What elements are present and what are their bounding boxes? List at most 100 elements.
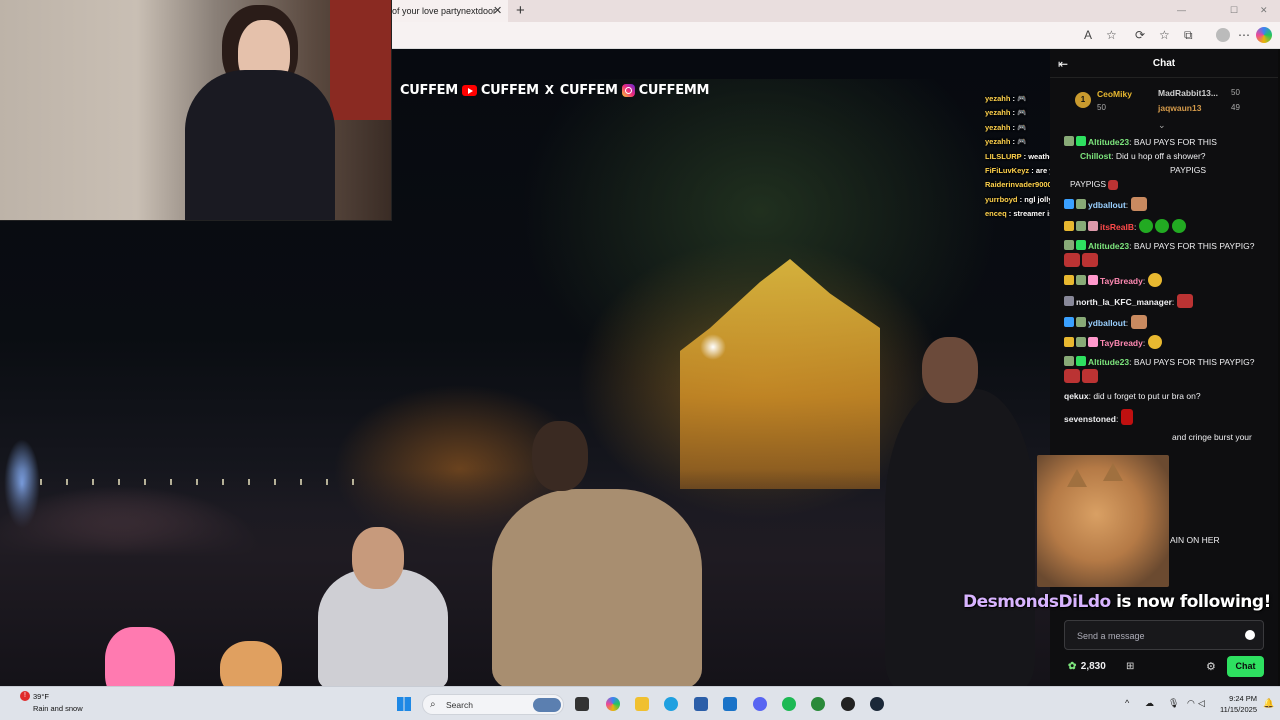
chat-message: TayBready: [1064,273,1270,288]
overlay-msg: yezahh : 🎮 [985,108,1027,118]
chat-message: Altitude23: BAU PAYS FOR THIS [1064,135,1270,149]
cloud-icon[interactable]: ☁ [1145,698,1154,709]
minimize-icon[interactable]: — [1177,5,1186,15]
gear-icon[interactable]: ⚙ [1206,660,1216,673]
leader-points: 49 [1231,103,1240,112]
extensions-icon[interactable]: ⟳ [1135,28,1145,42]
chat-send-button[interactable]: Chat [1227,656,1264,677]
spotify-icon[interactable] [782,697,796,711]
gift-icon[interactable]: ⊞ [1126,661,1134,672]
overlay-msg: LILSLURP : weather app stream [985,151,1050,161]
obs-icon[interactable] [841,697,855,711]
emoji-icon[interactable] [1245,630,1255,640]
steam-icon[interactable] [870,697,884,711]
outlook-icon[interactable] [723,697,737,711]
chat-message: ydballout: [1064,315,1270,330]
close-window-icon[interactable]: ✕ [1260,5,1268,16]
more-menu-icon[interactable]: ⋯ [1238,28,1250,42]
chat-message: Altitude23: BAU PAYS FOR THIS PAYPIG? [1064,355,1270,384]
security-figure [885,389,1035,686]
weather-desc[interactable]: Rain and snow [33,704,83,713]
channel-points[interactable]: ✿ 2,830 [1068,661,1106,672]
leaderboard[interactable]: 1 CeoMiky 50 MadRabbit13... 50 jaqwaun13… [1050,78,1278,130]
store-icon[interactable] [694,697,708,711]
read-aloud-icon[interactable]: A [1084,28,1092,42]
overlay-msg: yezahh : 🎮 [985,122,1027,132]
streamer-head [532,421,588,491]
task-view-icon[interactable] [575,697,589,711]
new-tab-button[interactable]: + [516,2,525,19]
chat-message: north_la_KFC_manager: [1064,294,1270,309]
overlay-msg: FiFiLuvKeyz : are you a girl? [985,166,1050,176]
collections-icon[interactable]: ⧉ [1184,28,1193,43]
chat-message: itsRealB: [1064,219,1270,234]
copilot-icon[interactable] [1256,27,1272,43]
taskbar: ! 39°F Rain and snow ⌕ Search ^ ☁ 🎙 ◠ ◁ … [0,686,1280,720]
overlay-msg: Raiderinvader9000 : 🎮 [985,180,1050,190]
leader-name: MadRabbit13... [1158,88,1218,98]
pink-plush [105,627,175,686]
microphone-icon[interactable]: 🎙 [1168,698,1179,709]
chat-messages: Altitude23: BAU PAYS FOR THIS Chillost: … [1050,129,1278,464]
banner-name-3: CUFFEM [559,82,618,98]
maximize-icon[interactable]: ☐ [1230,5,1238,16]
chat-title: Chat [1152,58,1176,69]
file-explorer-icon[interactable] [635,697,649,711]
taskbar-search[interactable]: ⌕ Search [422,694,564,715]
leader-name: CeoMiky [1097,89,1132,99]
clock-date[interactable]: 11/15/2025 [1211,705,1257,714]
overlay-msg: yurrboyd : ngl jolly and cuffem are a go… [985,194,1050,204]
banner-name-2: CUFFEM [480,82,539,98]
search-label: Search [446,700,473,710]
tray-chevron-icon[interactable]: ^ [1125,698,1129,708]
notification-bell-icon[interactable]: 🔔 [1263,698,1274,709]
weather-temp[interactable]: 39°F [33,692,49,701]
security-head [922,337,978,403]
leader-name: jaqwaun13 [1158,103,1202,113]
overlay-msg: enceq : streamer is back [985,209,1050,219]
chat-input[interactable]: Send a message [1064,620,1264,650]
volume-icon[interactable]: ◁ [1198,698,1205,709]
windows-start-icon[interactable] [397,697,411,711]
chat-message: and cringe burst your [1172,432,1252,442]
chat-message: PAYPIGS [1170,165,1207,175]
copilot-app-icon[interactable] [606,697,620,711]
webcam-body [185,70,335,220]
overlay-msg: yezahh : 🎮 [985,137,1027,147]
search-highlight-icon [533,698,561,712]
clock-time[interactable]: 9:24 PM [1211,694,1257,703]
banner-separator: X [544,83,554,97]
cat-ear [1067,469,1087,487]
webcam-overlay [0,0,392,221]
desktop: of your love partynextdoor ✕ + — ☐ ✕ A ☆… [0,0,1280,720]
discord-icon[interactable] [753,697,767,711]
youtube-icon [461,84,477,96]
banner-name-4: CUFFEMM [638,82,710,98]
chat-message: qekux: did u forget to put ur bra on? [1064,391,1201,401]
search-icon: ⌕ [430,699,436,710]
chat-message: Altitude23: BAU PAYS FOR THIS PAYPIG? [1064,239,1270,268]
browser-tab[interactable]: of your love partynextdoor ✕ [392,0,508,22]
chat-message: TayBready: [1064,335,1270,350]
cat-ear [1103,463,1123,481]
leader-points: 50 [1231,88,1240,97]
streamer-figure [492,489,702,686]
chat-message: PAYPIGS [1070,177,1276,191]
browser-tab-bar: of your love partynextdoor ✕ + — ☐ ✕ [392,0,1280,22]
channel-points-icon: ✿ [1068,661,1077,672]
chat-header: ⇤ Chat [1050,49,1278,78]
tab-title: of your love partynextdoor [392,6,497,16]
overlay-msg: yezahh : 🎮 [985,94,1027,103]
tab-close-icon[interactable]: ✕ [493,4,502,17]
weather-alert-icon[interactable]: ! [20,691,30,701]
favorite-star-icon[interactable]: ☆ [1106,28,1117,42]
edge-icon[interactable] [664,697,678,711]
favorites-icon[interactable]: ☆ [1159,28,1170,42]
woman-head [352,527,404,589]
teddy-bear [220,641,282,686]
game-app-icon[interactable] [811,697,825,711]
chat-panel: ⇤ Chat 1 CeoMiky 50 MadRabbit13... 50 ja… [1050,49,1278,686]
leader-points: 50 [1097,103,1106,112]
profile-avatar[interactable] [1216,28,1230,42]
wifi-icon[interactable]: ◠ [1187,698,1195,709]
